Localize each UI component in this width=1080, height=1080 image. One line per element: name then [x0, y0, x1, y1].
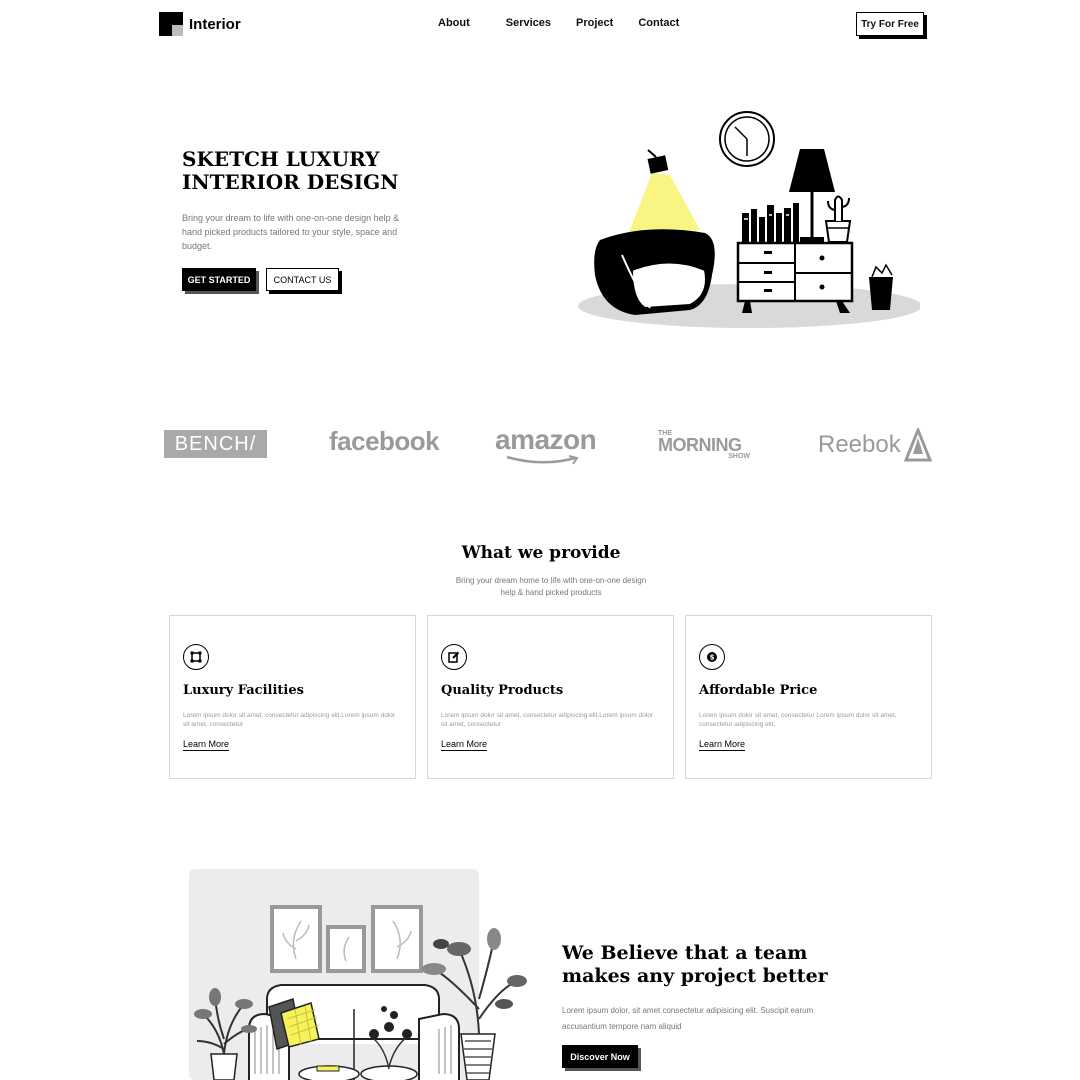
living-room-illustration: [189, 869, 527, 1080]
edit-icon: [441, 644, 467, 670]
nav-item-services[interactable]: Services: [506, 17, 551, 29]
services-subtitle: Bring your dream home to life with one-o…: [455, 576, 647, 597]
hero-title: SKETCH LUXURY INTERIOR DESIGN: [182, 147, 399, 194]
brand-logo[interactable]: Interior: [159, 12, 241, 36]
card-title: Luxury Facilities: [183, 683, 304, 698]
dollar-icon: $: [699, 644, 725, 670]
reebok-logo-text: Reebok: [818, 431, 901, 458]
get-started-button[interactable]: GET STARTED: [182, 268, 256, 291]
card-title: Quality Products: [441, 683, 564, 698]
learn-more-link[interactable]: Learn More: [183, 739, 230, 751]
reebok-delta-icon: [903, 428, 932, 462]
contact-us-button[interactable]: CONTACT US: [266, 268, 339, 291]
nav-links: About Services Project Contact: [438, 17, 704, 29]
card-text: Lorem ipsum dolor sit amet, consectetur …: [699, 712, 897, 728]
partner-logos: BENCH/ facebook amazon THE MORNING SHOW …: [0, 420, 1080, 470]
about-title: We Believe that a team makes any project…: [562, 942, 828, 987]
hero-illustration: [578, 111, 920, 328]
nav-item-about[interactable]: About: [438, 17, 470, 29]
services-title: What we provide: [461, 543, 621, 563]
amazon-logo-text: amazon: [495, 424, 597, 455]
service-card-luxury: Luxury Facilities Lorem ipsum dolor sit …: [169, 615, 416, 779]
svg-text:$: $: [710, 654, 715, 662]
card-text: Lorem ipsum dolor sit amet, consectetur …: [441, 712, 654, 728]
facebook-logo: facebook: [329, 426, 440, 456]
learn-more-link[interactable]: Learn More: [441, 739, 488, 751]
morning-show-logo: THE MORNING SHOW: [658, 430, 754, 460]
service-card-quality: Quality Products Lorem ipsum dolor sit a…: [427, 615, 674, 779]
card-title: Affordable Price: [699, 683, 818, 698]
nav-item-project[interactable]: Project: [576, 17, 613, 29]
learn-more-link[interactable]: Learn More: [699, 739, 746, 751]
brand-name: Interior: [189, 15, 241, 33]
hero-description: Bring your dream to life with one-on-one…: [182, 213, 400, 251]
logo-mark-icon: [159, 12, 183, 36]
bench-logo: BENCH/: [164, 430, 267, 458]
try-for-free-button[interactable]: Try For Free: [856, 12, 924, 36]
about-description: Lorem ipsum dolor, sit amet consectetur …: [562, 1006, 814, 1031]
top-navbar: Interior About Services Project Contact …: [0, 0, 1080, 50]
frame-icon: [183, 644, 209, 670]
service-card-price: $ Affordable Price Lorem ipsum dolor sit…: [685, 615, 932, 779]
nav-item-contact[interactable]: Contact: [638, 17, 679, 29]
amazon-smile-icon: [506, 455, 579, 465]
discover-now-button[interactable]: Discover Now: [562, 1045, 638, 1068]
amazon-logo: amazon: [495, 424, 597, 465]
morning-show-main: MORNING: [658, 435, 742, 455]
reebok-logo: Reebok: [818, 428, 932, 462]
card-text: Lorem ipsum dolor sit amet, consectetur …: [183, 712, 396, 728]
